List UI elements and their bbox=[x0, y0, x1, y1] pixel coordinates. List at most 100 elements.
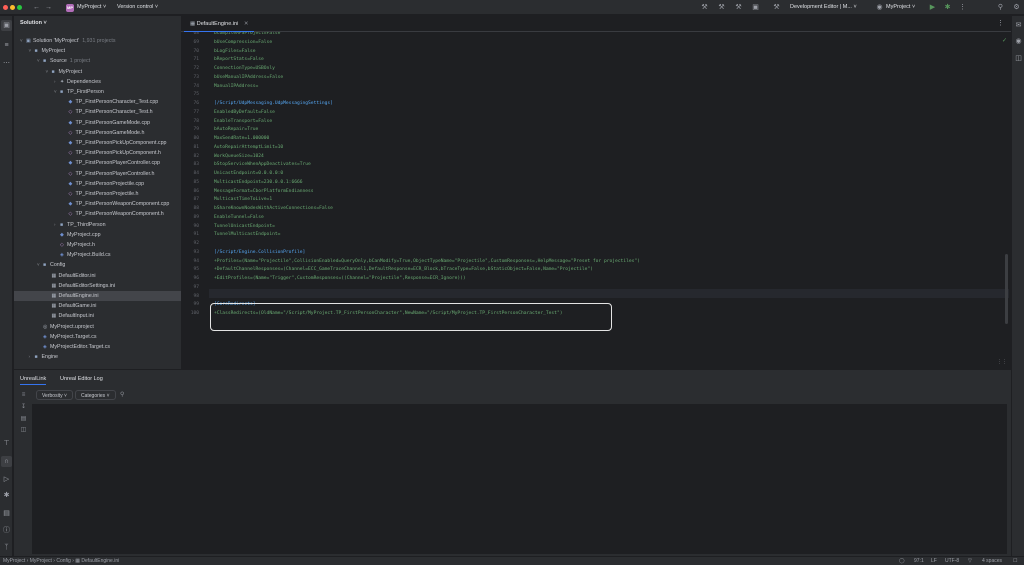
unreal-blueprints-icon[interactable]: ⊤ bbox=[1, 438, 12, 449]
indent-setting[interactable]: 4 spaces bbox=[982, 557, 1002, 565]
verbosity-dropdown[interactable]: Verbosity ˅ bbox=[36, 390, 73, 400]
tree-folder[interactable]: › ✦ Dependencies bbox=[14, 77, 181, 87]
more-icon[interactable]: ⋮ bbox=[958, 3, 967, 12]
tree-folder[interactable]: ˅ ■ MyProject bbox=[14, 46, 181, 56]
tab-default-engine-ini[interactable]: ▦ DefaultEngine.ini ✕ bbox=[184, 16, 255, 32]
tree-file[interactable]: ◆ TP_FirstPersonPickUpComponent.cpp bbox=[14, 138, 181, 148]
tree-file[interactable]: ◎ MyProject.uproject bbox=[14, 322, 181, 332]
line-number: 70 bbox=[193, 48, 199, 54]
line-ending[interactable]: LF bbox=[931, 557, 937, 565]
cancel-build-icon[interactable]: ⚒ bbox=[734, 3, 743, 12]
unreal-link-icon[interactable]: ∩ bbox=[1, 456, 12, 467]
tree-folder[interactable]: ˅ ■ TP_FirstPerson bbox=[14, 87, 181, 97]
scroll-to-end-icon[interactable]: ↧ bbox=[19, 403, 28, 412]
tree-file[interactable]: ◇ TP_FirstPersonCharacter_Test.h bbox=[14, 107, 181, 117]
print-icon[interactable]: ▤ bbox=[19, 415, 28, 424]
close-window-button[interactable] bbox=[3, 5, 8, 10]
find-icon[interactable]: ⚲ bbox=[120, 391, 124, 398]
tree-file[interactable]: ▦ DefaultEditor.ini bbox=[14, 271, 181, 281]
notifications-icon[interactable]: ✉ bbox=[1013, 20, 1024, 31]
tree-file[interactable]: ◆ TP_FirstPersonCharacter_Test.cpp bbox=[14, 97, 181, 107]
target-project-selector[interactable]: MyProject ˅ bbox=[886, 0, 915, 15]
ini-section-header: [/Script/Engine.CollisionProfile] bbox=[214, 249, 306, 255]
tab-options-icon[interactable]: ⋮ bbox=[996, 19, 1005, 28]
tree-item-label: TP_FirstPersonPlayerController.cpp bbox=[75, 160, 161, 167]
reader-mode-icon[interactable]: ⋮⋮ bbox=[997, 359, 1007, 365]
inspection-ok-icon[interactable]: ✓ bbox=[1002, 37, 1007, 44]
tree-file[interactable]: ◆ TP_FirstPersonPlayerController.cpp bbox=[14, 158, 181, 168]
solution-explorer-icon[interactable]: ▣ bbox=[1, 20, 12, 31]
lock-icon[interactable]: ☐ bbox=[1013, 557, 1017, 565]
version-control-menu[interactable]: Version control ˅ bbox=[117, 0, 158, 15]
tree-file[interactable]: ◇ TP_FirstPersonProjectile.h bbox=[14, 189, 181, 199]
code-editor[interactable]: 68 69 70 71 72 73 74 75 76 77 78 79 80 81 82 83 84 85 86 87… bbox=[181, 32, 1011, 369]
tree-folder[interactable]: ˅ ▣ Solution 'MyProject' 1,931 projects bbox=[14, 36, 181, 46]
maximize-window-button[interactable] bbox=[17, 5, 22, 10]
more-tools-icon[interactable]: ⋯ bbox=[1, 58, 12, 69]
run-config-selector[interactable]: Development Editor | M... ˅ bbox=[790, 0, 857, 15]
back-icon[interactable]: ← bbox=[32, 3, 41, 12]
search-icon[interactable]: ⚲ bbox=[996, 3, 1005, 12]
log-output-area[interactable] bbox=[32, 404, 1007, 554]
rebuild-icon[interactable]: ⚒ bbox=[717, 3, 726, 12]
minimize-window-button[interactable] bbox=[10, 5, 15, 10]
tree-file[interactable]: ▦ DefaultGame.ini bbox=[14, 301, 181, 311]
problems-icon[interactable]: ⓘ bbox=[1, 525, 12, 536]
tree-file[interactable]: ◆ TP_FirstPersonWeaponComponent.cpp bbox=[14, 199, 181, 209]
git-icon[interactable]: ᛉ bbox=[1, 542, 12, 553]
tab-unreal-editor-log[interactable]: Unreal Editor Log bbox=[60, 373, 103, 385]
line-number: 90 bbox=[193, 223, 199, 229]
file-encoding[interactable]: UTF-8 bbox=[945, 557, 959, 565]
project-selector[interactable]: MyProject ˅ bbox=[77, 0, 106, 15]
line-number-gutter: 68 69 70 71 72 73 74 75 76 77 78 79 80 81 82 83 84 85 86 87… bbox=[181, 32, 209, 369]
tree-file[interactable]: ◈ MyProject.Target.cs bbox=[14, 332, 181, 342]
settings-icon[interactable]: ⚙ bbox=[1012, 3, 1021, 12]
ini-key-value: bAutoRepair=True bbox=[214, 127, 259, 133]
tree-file[interactable]: ◇ TP_FirstPersonPickUpComponent.h bbox=[14, 148, 181, 158]
close-tab-icon[interactable]: ✕ bbox=[244, 21, 249, 27]
run-tool-icon[interactable]: ▷ bbox=[1, 474, 12, 485]
tree-file[interactable]: ◇ MyProject.h bbox=[14, 240, 181, 250]
tree-item-label: DefaultGame.ini bbox=[58, 303, 97, 310]
tree-file[interactable]: ◈ MyProjectEditor.Target.cs bbox=[14, 342, 181, 352]
run-icon[interactable]: ▶ bbox=[928, 3, 937, 12]
tree-folder[interactable]: › ■ TP_ThirdPerson bbox=[14, 220, 181, 230]
filter-lines-icon[interactable]: ≡ bbox=[19, 391, 28, 400]
line-number: 81 bbox=[193, 144, 199, 150]
inspections-icon[interactable]: ▽ bbox=[968, 557, 972, 565]
tree-file[interactable]: ◈ MyProject.Build.cs bbox=[14, 250, 181, 260]
tree-folder[interactable]: ˅ ■ Source 1 project bbox=[14, 56, 181, 66]
vertical-scrollbar[interactable] bbox=[1005, 254, 1008, 324]
tree-file[interactable]: ◇ TP_FirstPersonGameMode.h bbox=[14, 128, 181, 138]
attach-icon[interactable]: ▣ bbox=[751, 3, 760, 12]
trash-icon[interactable]: ◫ bbox=[19, 426, 28, 435]
breadcrumb[interactable]: MyProject › MyProject › Config › ▦ Defau… bbox=[3, 557, 119, 565]
tree-folder[interactable]: › ■ Engine bbox=[14, 352, 181, 362]
tree-folder[interactable]: ˅ ■ MyProject bbox=[14, 67, 181, 77]
tree-file[interactable]: ◆ MyProject.cpp bbox=[14, 230, 181, 240]
tab-unreal-link[interactable]: UnrealLink bbox=[20, 373, 47, 385]
forward-icon[interactable]: → bbox=[44, 3, 53, 12]
tree-file[interactable]: ▦ DefaultEditorSettings.ini bbox=[14, 281, 181, 291]
tree-file[interactable]: ◇ TP_FirstPersonWeaponComponent.h bbox=[14, 209, 181, 219]
tree-file[interactable]: ▦ DefaultEngine.ini bbox=[14, 291, 181, 301]
caret-position[interactable]: 97:1 bbox=[914, 557, 924, 565]
sync-icon[interactable]: ◯ bbox=[899, 557, 905, 565]
debug-tool-icon[interactable]: ✱ bbox=[1, 490, 12, 501]
build-icon[interactable]: ⚒ bbox=[700, 3, 709, 12]
tree-file[interactable]: ◆ TP_FirstPersonGameMode.cpp bbox=[14, 118, 181, 128]
tree-file[interactable]: ◇ TP_FirstPersonPlayerController.h bbox=[14, 169, 181, 179]
database-icon[interactable]: ◫ bbox=[1013, 53, 1024, 64]
uproject-icon: ◎ bbox=[43, 323, 48, 330]
ai-assistant-icon[interactable]: ◉ bbox=[1013, 36, 1024, 47]
structure-icon[interactable]: ≡ bbox=[1, 40, 12, 51]
debug-icon[interactable]: ✱ bbox=[943, 3, 952, 12]
hammer-icon[interactable]: ⚒ bbox=[772, 3, 781, 12]
tree-folder[interactable]: ˅ ■ Config bbox=[14, 260, 181, 270]
solution-panel-title[interactable]: Solution ˅ bbox=[20, 20, 47, 26]
tree-file[interactable]: ▦ DefaultInput.ini bbox=[14, 311, 181, 321]
terminal-icon[interactable]: ▤ bbox=[1, 508, 12, 519]
categories-dropdown[interactable]: Categories ˅ bbox=[75, 390, 116, 400]
tree-file[interactable]: ◆ TP_FirstPersonProjectile.cpp bbox=[14, 179, 181, 189]
tree-item-label: MyProject.cpp bbox=[67, 231, 101, 238]
